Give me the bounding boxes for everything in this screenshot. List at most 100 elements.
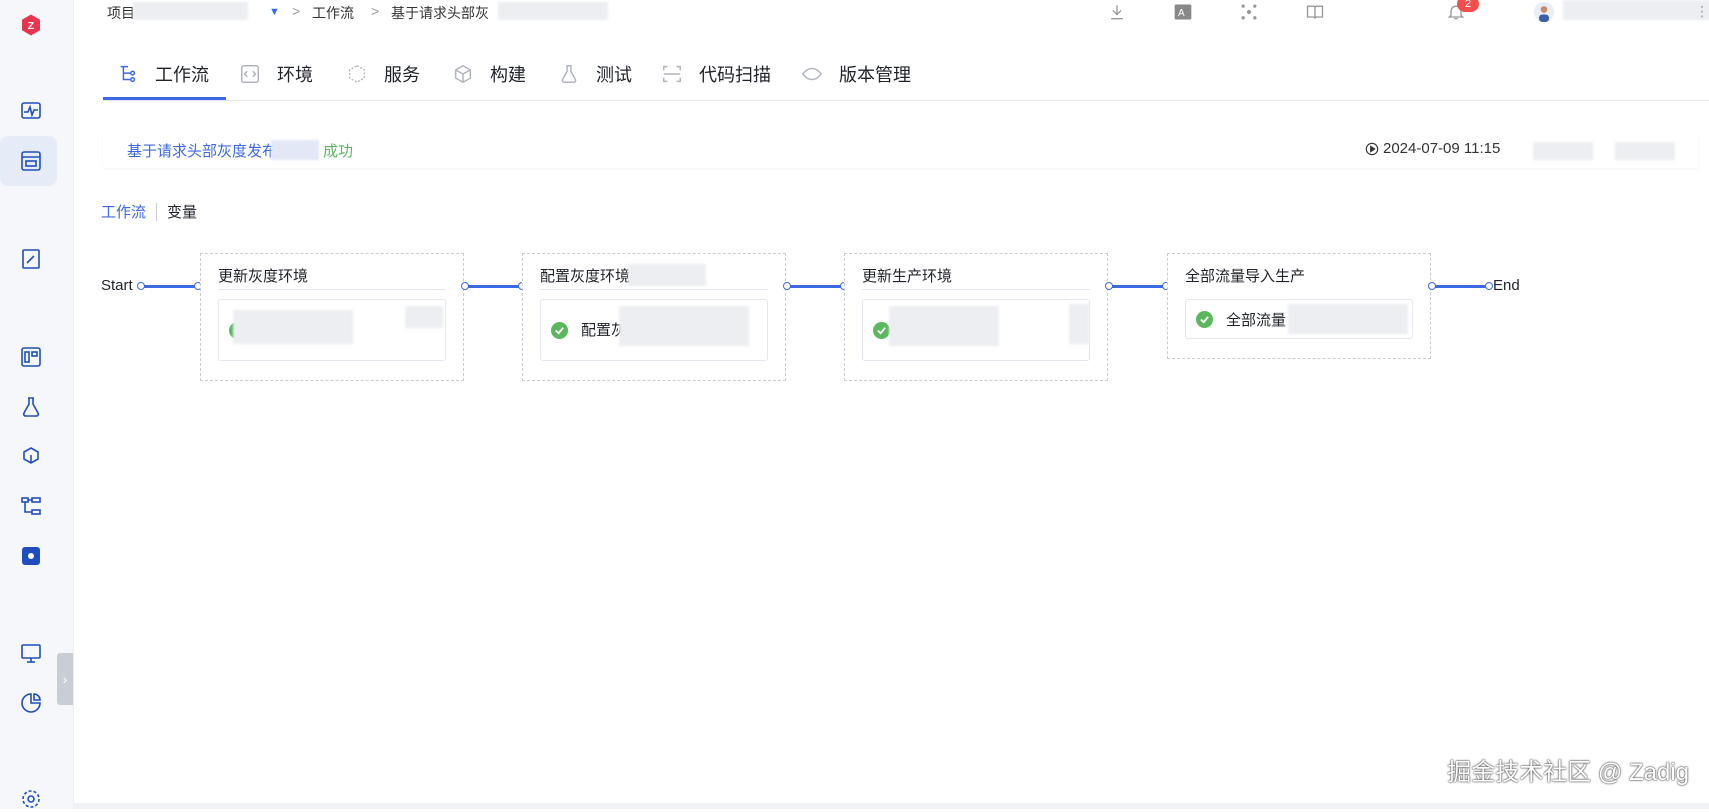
tree-structure-icon[interactable]	[18, 493, 44, 519]
stage-job[interactable]: 配置灰	[540, 299, 768, 361]
pipeline-connector	[142, 285, 197, 288]
pipeline-node	[137, 282, 145, 290]
footer-watermark: 掘金技术社区 @ Zadig	[1447, 759, 1689, 786]
play-circle-icon	[1365, 142, 1379, 155]
run-start-time-text: 2024-07-09 11:15	[1383, 140, 1501, 157]
tab-label: 构建	[490, 65, 526, 85]
pipeline-end: End	[1493, 277, 1520, 294]
stage-title: 更新生产环境	[862, 268, 953, 285]
run-title[interactable]: 基于请求头部灰度发布	[127, 140, 277, 161]
sidebar-collapse-button[interactable]: ›	[57, 653, 73, 705]
stage-title: 更新灰度环境	[218, 268, 309, 285]
tab-service[interactable]: 服务	[346, 48, 420, 100]
redacted-run-info	[1533, 142, 1593, 160]
svg-text:A: A	[1178, 8, 1185, 19]
stage-divider	[862, 289, 1090, 290]
build-icon	[454, 64, 472, 84]
redacted-job-name	[619, 306, 749, 346]
edit-doc-icon[interactable]	[18, 246, 44, 272]
tab-environment[interactable]: 环境	[239, 48, 313, 100]
top-header: 项目 ▼ > 工作流 > 基于请求头部灰 A 2 ⋮	[73, 0, 1709, 24]
pipeline-connector	[464, 285, 521, 288]
run-status: 成功	[323, 143, 354, 160]
book-icon[interactable]	[1303, 0, 1327, 24]
sidebar: Z ›	[0, 0, 74, 809]
pipeline-start: Start	[101, 277, 133, 294]
more-vertical-icon[interactable]: ⋮	[1695, 3, 1709, 20]
avatar[interactable]	[1532, 0, 1556, 24]
presentation-icon[interactable]	[18, 640, 44, 666]
project-icon[interactable]	[18, 148, 44, 174]
monitor-pulse-icon[interactable]	[18, 98, 44, 124]
pipeline-stage[interactable]: 更新灰度环境	[200, 253, 464, 381]
gear-icon[interactable]	[18, 786, 44, 812]
stage-job[interactable]	[218, 299, 446, 361]
tab-label: 服务	[384, 65, 420, 85]
stage-job[interactable]	[862, 299, 1090, 361]
tab-label: 工作流	[155, 65, 209, 85]
tab-workflow[interactable]: 工作流	[117, 48, 209, 100]
stage-job[interactable]: 全部流量	[1185, 299, 1413, 339]
pipeline-stage[interactable]: 配置灰度环境 配置灰	[522, 253, 786, 381]
pipeline-connector	[1108, 285, 1165, 288]
translate-icon[interactable]: A	[1171, 0, 1195, 24]
subtab-variables[interactable]: 变量	[167, 201, 197, 222]
tab-label: 测试	[596, 65, 632, 85]
job-label: 全部流量	[1226, 312, 1287, 329]
bottom-edge	[73, 803, 1709, 809]
pipeline-node	[1105, 282, 1113, 290]
redacted-project-name	[133, 2, 248, 20]
redacted-run-info	[1615, 142, 1675, 160]
stage-title: 全部流量导入生产	[1185, 268, 1306, 285]
pipeline-stage[interactable]: 全部流量导入生产 全部流量	[1167, 253, 1431, 359]
redacted-run-id	[271, 140, 319, 160]
detail-subtabs: 工作流 变量	[101, 201, 197, 222]
run-status-bar: 基于请求头部灰度发布 成功 2024-07-09 11:15	[103, 132, 1698, 168]
tab-label: 代码扫描	[699, 65, 771, 85]
success-check-icon	[873, 322, 890, 339]
tab-code-scan[interactable]: 代码扫描	[661, 48, 771, 100]
dashboard-icon[interactable]	[18, 344, 44, 370]
success-check-icon	[551, 322, 568, 339]
redacted-stage-title	[628, 264, 706, 286]
stage-divider	[218, 289, 446, 290]
download-icon[interactable]	[1105, 0, 1129, 24]
cube-hand-icon[interactable]	[18, 444, 44, 470]
breadcrumb-project[interactable]: 项目	[107, 3, 135, 23]
network-icon[interactable]	[1237, 0, 1261, 24]
redacted-job-name	[405, 306, 443, 328]
project-dropdown-icon[interactable]: ▼	[269, 6, 280, 18]
tab-test[interactable]: 测试	[558, 48, 632, 100]
svg-text:Z: Z	[28, 20, 35, 32]
settings-box-icon[interactable]	[18, 543, 44, 569]
breadcrumb-separator: >	[292, 3, 301, 19]
breadcrumb-separator: >	[371, 3, 380, 19]
pipeline-node	[1485, 282, 1493, 290]
workflow-icon	[120, 65, 136, 83]
zadig-logo-icon[interactable]: Z	[15, 9, 47, 41]
service-icon	[348, 64, 366, 84]
subtab-workflow[interactable]: 工作流	[101, 201, 146, 222]
tab-build[interactable]: 构建	[452, 48, 526, 100]
notification-badge: 2	[1457, 0, 1479, 12]
redacted-username	[1563, 0, 1709, 20]
pipeline-connector	[786, 285, 843, 288]
success-check-icon	[1196, 311, 1213, 328]
flask-icon	[561, 65, 577, 83]
breadcrumb-current: 基于请求头部灰	[391, 5, 489, 21]
breadcrumb-workflow[interactable]: 工作流	[312, 3, 354, 23]
tab-label: 环境	[277, 65, 313, 85]
redacted-job-name	[1288, 304, 1408, 334]
pipeline-stage[interactable]: 更新生产环境	[844, 253, 1108, 381]
flask-icon[interactable]	[18, 394, 44, 420]
subtab-divider	[156, 202, 158, 221]
pie-chart-icon[interactable]	[18, 690, 44, 716]
stage-title: 配置灰度环境	[540, 268, 631, 285]
active-tab-indicator	[103, 97, 226, 100]
pipeline-connector	[1431, 285, 1488, 288]
pipeline-node	[1428, 282, 1436, 290]
project-tab-bar: 工作流 环境 服务 构建 测试 代码扫描 版本管理	[103, 48, 1709, 101]
redacted-job-name	[1069, 304, 1089, 344]
version-icon	[801, 67, 823, 81]
tab-version[interactable]: 版本管理	[801, 48, 911, 100]
